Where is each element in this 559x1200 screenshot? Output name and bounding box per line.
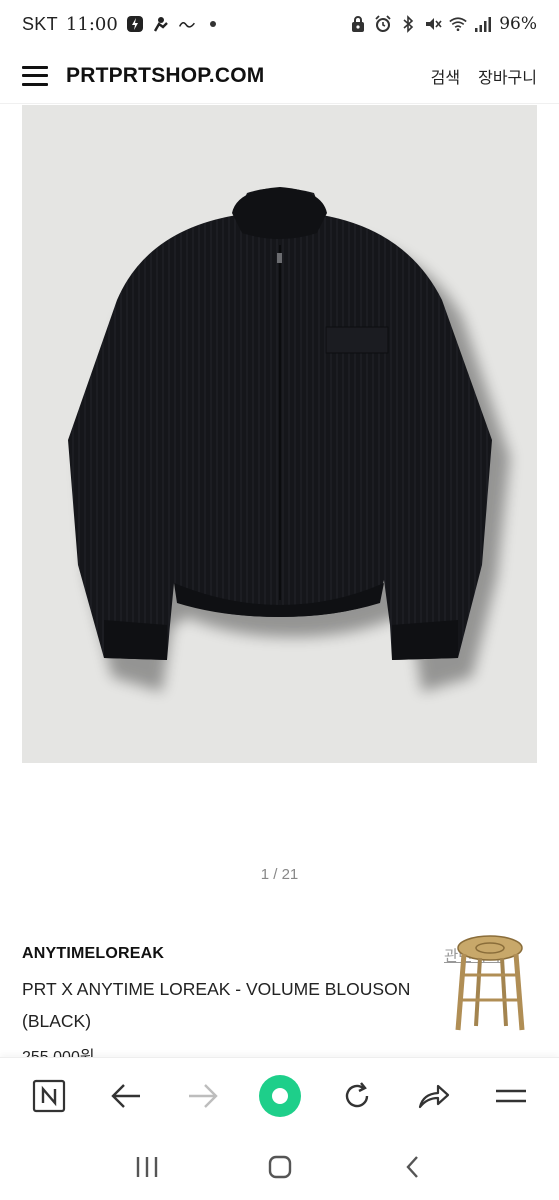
site-header: PRTPRTSHOP.COM 검색 장바구니 (0, 48, 559, 104)
product-brand[interactable]: ANYTIMELOREAK (22, 945, 422, 963)
menu-lines-icon[interactable] (483, 1068, 539, 1124)
share-icon[interactable] (406, 1068, 462, 1124)
recents-icon[interactable] (122, 1142, 172, 1192)
forward-arrow-icon[interactable] (175, 1068, 231, 1124)
status-left: SKT 11:00 (22, 14, 222, 35)
alarm-icon (374, 15, 392, 33)
product-name: PRT X ANYTIME LOREAK - VOLUME BLOUSON (B… (22, 979, 411, 1031)
mute-icon (424, 15, 442, 33)
jacket-photo (68, 187, 510, 692)
system-nav-bar (0, 1133, 559, 1200)
naver-home-icon[interactable] (21, 1068, 77, 1124)
system-back-icon[interactable] (388, 1142, 438, 1192)
site-logo[interactable]: PRTPRTSHOP.COM (66, 64, 264, 88)
wifi-icon (449, 15, 467, 33)
cart-link[interactable]: 장바구니 (478, 64, 537, 88)
search-link[interactable]: 검색 (431, 64, 460, 88)
back-arrow-icon[interactable] (98, 1068, 154, 1124)
signal-icon (474, 15, 492, 33)
carrier-label: SKT (22, 13, 58, 34)
browser-toolbar (0, 1057, 559, 1133)
notification-dot-icon (204, 15, 222, 33)
status-bar: SKT 11:00 96% (0, 0, 559, 48)
clock: 11:00 (65, 13, 118, 35)
gesture-app-icon (152, 15, 170, 33)
home-icon[interactable] (255, 1142, 305, 1192)
header-links: 검색 장바구니 (431, 64, 537, 88)
battery-level: 96% (499, 14, 537, 34)
bolt-app-icon (126, 15, 144, 33)
product-image[interactable] (22, 105, 537, 763)
green-dot-button-icon[interactable] (252, 1068, 308, 1124)
product-info: ANYTIMELOREAK PRT X ANYTIME LOREAK - VOL… (22, 945, 422, 1067)
menu-icon[interactable] (22, 65, 48, 86)
bluetooth-icon (399, 15, 417, 33)
gallery-pager: 1 / 21 (260, 866, 299, 883)
app-logo-icon (178, 15, 196, 33)
refresh-icon[interactable] (329, 1068, 385, 1124)
floating-stool-image[interactable] (440, 930, 540, 1040)
lock-badge-icon (349, 15, 367, 33)
status-right: 96% (349, 14, 537, 34)
